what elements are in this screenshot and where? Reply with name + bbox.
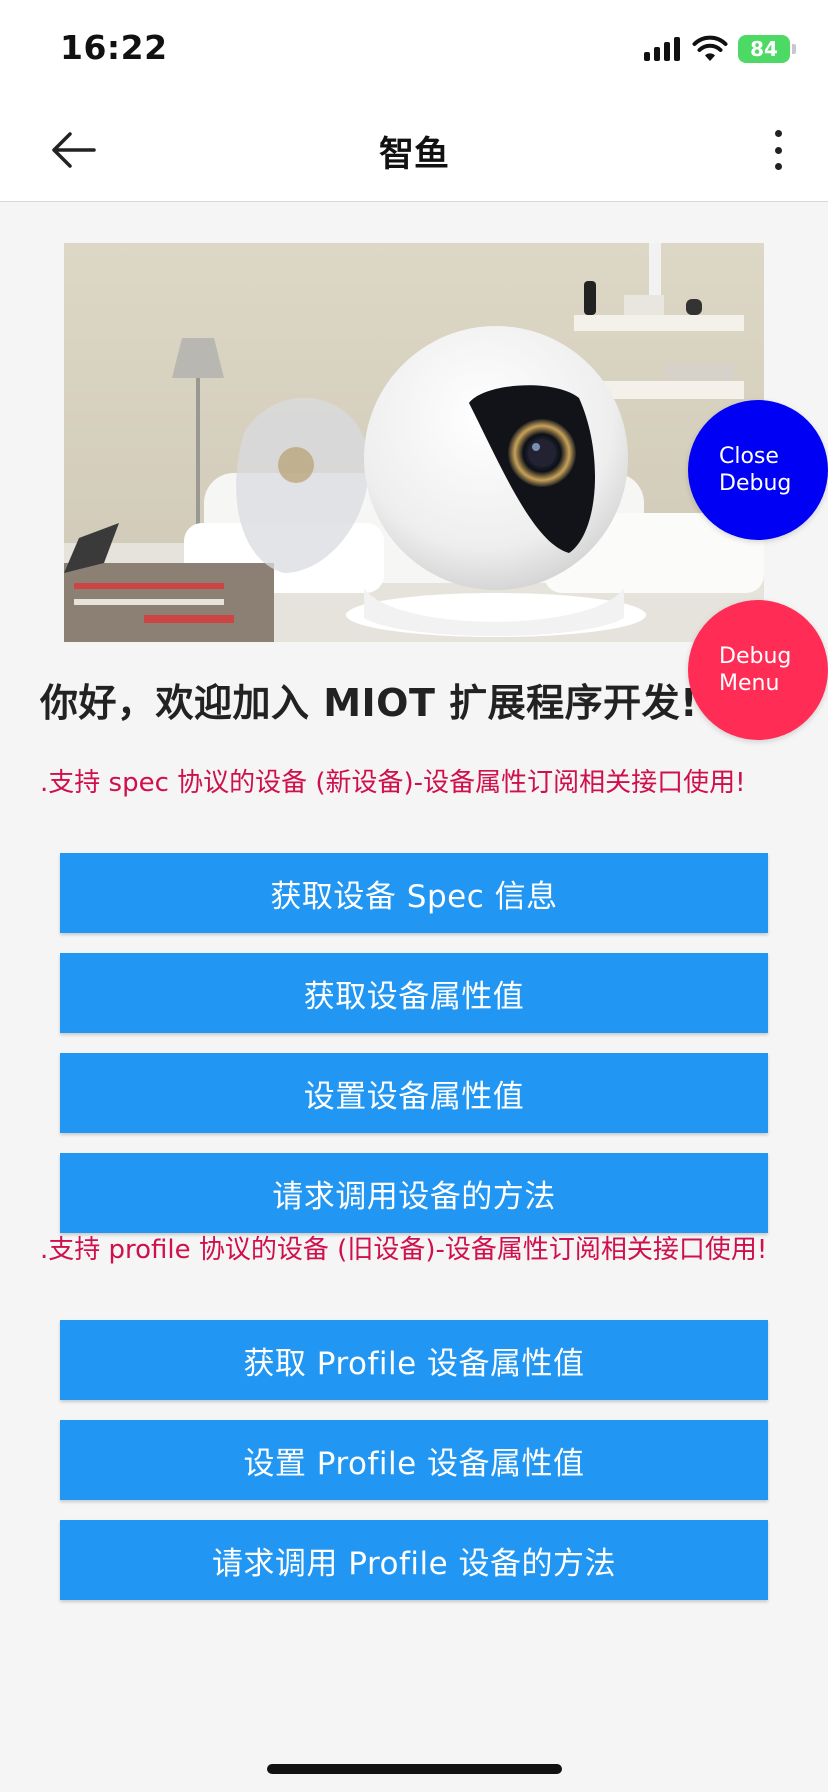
more-vertical-icon[interactable] [772,130,784,170]
welcome-heading: 你好，欢迎加入 MIOT 扩展程序开发! [40,681,698,725]
status-icons: 84 [644,34,796,64]
invoke-action-button[interactable]: 请求调用设备的方法 [60,1153,768,1233]
get-profile-property-button[interactable]: 获取 Profile 设备属性值 [60,1320,768,1400]
home-indicator[interactable] [267,1764,562,1774]
battery-level: 84 [750,37,778,61]
spec-protocol-note: .支持 spec 协议的设备 (新设备)-设备属性订阅相关接口使用! [40,768,746,798]
page-title: 智鱼 [378,135,449,175]
debug-menu-button[interactable]: Debug Menu [688,600,828,740]
close-debug-button[interactable]: Close Debug [688,400,828,540]
battery-icon: 84 [738,35,796,63]
set-profile-property-button[interactable]: 设置 Profile 设备属性值 [60,1420,768,1500]
set-property-button[interactable]: 设置设备属性值 [60,1053,768,1133]
status-time: 16:22 [60,28,168,67]
get-property-button[interactable]: 获取设备属性值 [60,953,768,1033]
invoke-profile-method-button[interactable]: 请求调用 Profile 设备的方法 [60,1520,768,1600]
get-spec-info-button[interactable]: 获取设备 Spec 信息 [60,853,768,933]
device-banner-image [64,243,764,642]
nav-bar: 智鱼 [0,100,828,202]
wifi-icon [692,35,728,61]
signal-icon [644,37,680,61]
profile-protocol-note: .支持 profile 协议的设备 (旧设备)-设备属性订阅相关接口使用! [40,1235,768,1265]
status-bar: 16:22 84 [0,0,828,100]
